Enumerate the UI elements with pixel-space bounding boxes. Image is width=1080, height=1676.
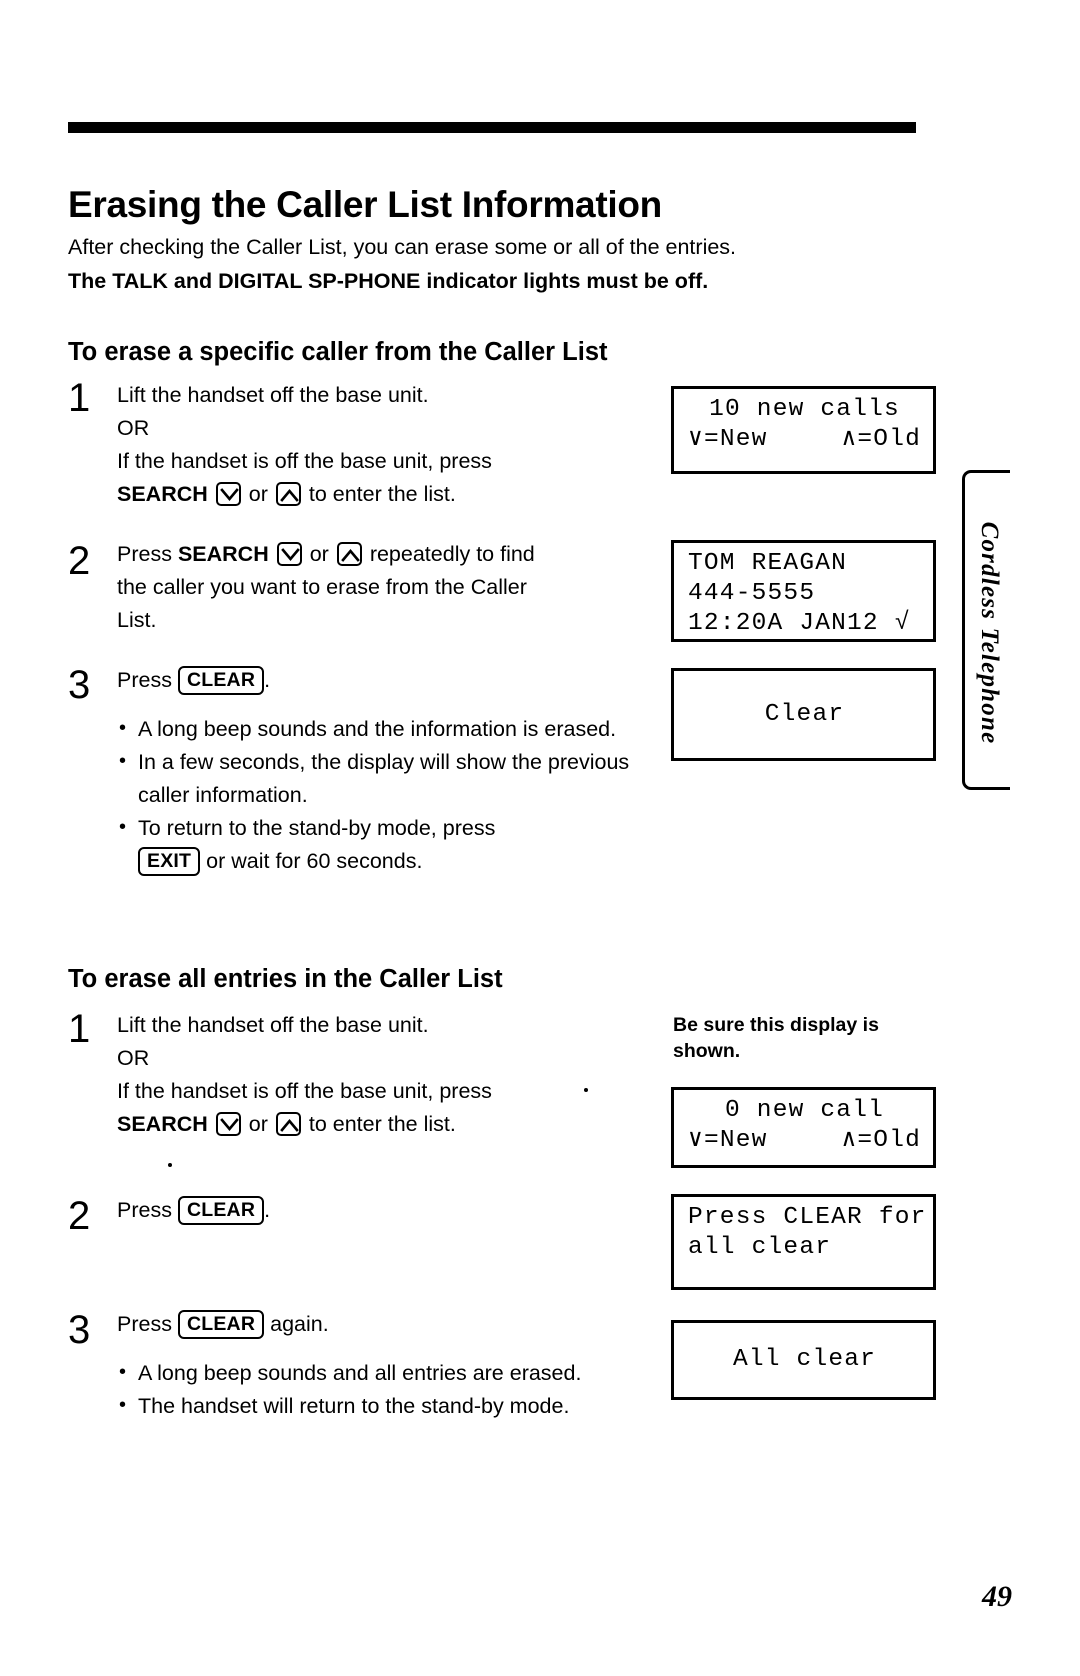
step-b2-period: . <box>264 1198 271 1222</box>
step-number-b2: 2 <box>68 1194 91 1238</box>
caller-info-display: TOM REAGAN 444-5555 12:20A JAN12 √ <box>671 540 936 642</box>
up-arrow-key-icon[interactable] <box>275 1112 301 1136</box>
section-a-heading: To erase a specific caller from the Call… <box>68 338 608 367</box>
section-b-heading: To erase all entries in the Caller List <box>68 965 503 994</box>
step-a2-line-2: the caller you want to erase from the Ca… <box>117 575 527 599</box>
new-calls-legend-old: ∧=Old <box>841 426 921 453</box>
down-arrow-key-icon[interactable] <box>215 482 241 506</box>
down-arrow-key-icon[interactable] <box>276 542 302 566</box>
search-or-2: or <box>309 542 329 566</box>
header-rule <box>68 122 916 133</box>
exit-bullet-tail: or wait for 60 seconds. <box>206 849 423 873</box>
search-or-3: or <box>248 1112 268 1136</box>
step-body-a1: Lift the handset off the base unit. OR I… <box>117 379 657 511</box>
exit-button-label[interactable]: EXIT <box>138 847 201 876</box>
zero-new-call-legend-new: ∨=New <box>688 1127 768 1154</box>
search-or-1: or <box>248 482 268 506</box>
new-calls-line-1: 10 new calls <box>709 396 900 423</box>
stray-mark <box>168 1163 172 1167</box>
search-label-2: SEARCH <box>177 542 269 566</box>
down-arrow-key-icon[interactable] <box>215 1112 241 1136</box>
all-clear-text: All clear <box>732 1346 877 1373</box>
step-a1-line-1: Lift the handset off the base unit. <box>117 383 429 407</box>
press-clear-line-1: Press CLEAR for <box>688 1204 927 1231</box>
press-clear-display: Press CLEAR for all clear <box>671 1194 936 1290</box>
step-number-b3: 3 <box>68 1308 91 1352</box>
intro-line-1: After checking the Caller List, you can … <box>68 235 737 259</box>
step-b3-press: Press <box>117 1312 172 1336</box>
bullet-a3-3-text: To return to the stand-by mode, press <box>138 816 496 840</box>
step-a3-bullets: A long beep sounds and the information i… <box>117 712 662 878</box>
bullet-a3-2: In a few seconds, the display will show … <box>117 745 662 812</box>
step-a2-line-1: Press SEARCH or repeatedly to find <box>117 538 657 571</box>
page-number: 49 <box>982 1580 1012 1613</box>
step-b1-line-1: Lift the handset off the base unit. <box>117 1013 429 1037</box>
side-tab-label: Cordless Telephone <box>976 521 1003 745</box>
step-a1-search-line: SEARCH or to enter the list. <box>117 478 657 511</box>
new-calls-line-2: ∨=New ∧=Old <box>688 425 921 455</box>
step-a1-line-3: If the handset is off the base unit, pre… <box>117 449 492 473</box>
zero-new-call-line-2: ∨=New ∧=Old <box>688 1126 921 1156</box>
new-calls-legend-new: ∨=New <box>688 426 768 453</box>
step-body-a3: Press CLEAR. <box>117 664 662 697</box>
all-clear-display: All clear <box>671 1320 936 1400</box>
manual-page: Erasing the Caller List Information Afte… <box>0 0 1080 1676</box>
step-b3-again: again. <box>270 1312 329 1336</box>
step-b3-bullets: A long beep sounds and all entries are e… <box>117 1356 662 1423</box>
step-b3-press-line: Press CLEAR again. <box>117 1308 662 1341</box>
bullet-a3-1: A long beep sounds and the information i… <box>117 712 662 746</box>
step-body-a2: Press SEARCH or repeatedly to find the c… <box>117 538 657 637</box>
step-a3-press-line: Press CLEAR. <box>117 664 662 697</box>
step-b2-press-line: Press CLEAR. <box>117 1194 662 1227</box>
step-b1-search-line: SEARCH or to enter the list. <box>117 1108 662 1141</box>
step-b1-line-3: If the handset is off the base unit, pre… <box>117 1079 492 1103</box>
search-label-3: SEARCH <box>117 1112 208 1136</box>
search-tail-1: to enter the list. <box>308 482 456 506</box>
step-number-a2: 2 <box>68 539 91 583</box>
zero-new-call-legend-old: ∧=Old <box>841 1127 921 1154</box>
clear-display: Clear <box>671 668 936 761</box>
zero-new-call-line-1: 0 new call <box>724 1097 885 1124</box>
step-a3-period: . <box>264 668 271 692</box>
step-number-a3: 3 <box>68 663 91 707</box>
caller-info-number: 444-5555 <box>688 580 816 607</box>
clear-button-label[interactable]: CLEAR <box>177 1196 265 1225</box>
step-number-b1: 1 <box>68 1007 91 1051</box>
new-calls-display: 10 new calls ∨=New ∧=Old <box>671 386 936 474</box>
clear-button-label[interactable]: CLEAR <box>177 1310 265 1339</box>
up-arrow-key-icon[interactable] <box>275 482 301 506</box>
intro-line-2: The TALK and DIGITAL SP-PHONE indicator … <box>68 269 709 293</box>
clear-display-text: Clear <box>764 700 845 728</box>
bullet-b3-1: A long beep sounds and all entries are e… <box>117 1356 662 1390</box>
step-a2-line-3: List. <box>117 608 157 632</box>
up-arrow-key-icon[interactable] <box>336 542 362 566</box>
caller-info-name: TOM REAGAN <box>688 550 848 577</box>
search-label: SEARCH <box>117 482 208 506</box>
step-a2-tail: repeatedly to find <box>369 542 535 566</box>
step-b1-line-2: OR <box>117 1046 150 1070</box>
step-body-b1: Lift the handset off the base unit. OR I… <box>117 1009 662 1141</box>
step-body-b2: Press CLEAR. <box>117 1194 662 1227</box>
press-clear-line-2: all clear <box>688 1234 832 1261</box>
side-tab: Cordless Telephone <box>962 470 1010 790</box>
caller-info-timestamp: 12:20A JAN12 √ <box>688 610 911 637</box>
page-title: Erasing the Caller List Information <box>68 183 662 225</box>
zero-new-call-display: 0 new call ∨=New ∧=Old <box>671 1087 936 1168</box>
step-a1-line-2: OR <box>117 416 150 440</box>
step-a3-press: Press <box>117 668 172 692</box>
bullet-b3-2: The handset will return to the stand-by … <box>117 1389 662 1423</box>
display-caption: Be sure this display is shown. <box>673 1014 879 1062</box>
step-number-a1: 1 <box>68 376 91 420</box>
step-a2-press: Press <box>117 542 172 566</box>
clear-button-label[interactable]: CLEAR <box>177 666 265 695</box>
bullet-a3-3: To return to the stand-by mode, press EXI… <box>117 811 662 878</box>
step-b2-press: Press <box>117 1198 172 1222</box>
stray-mark <box>584 1088 588 1092</box>
search-tail-3: to enter the list. <box>308 1112 456 1136</box>
step-body-b3: Press CLEAR again. <box>117 1308 662 1341</box>
